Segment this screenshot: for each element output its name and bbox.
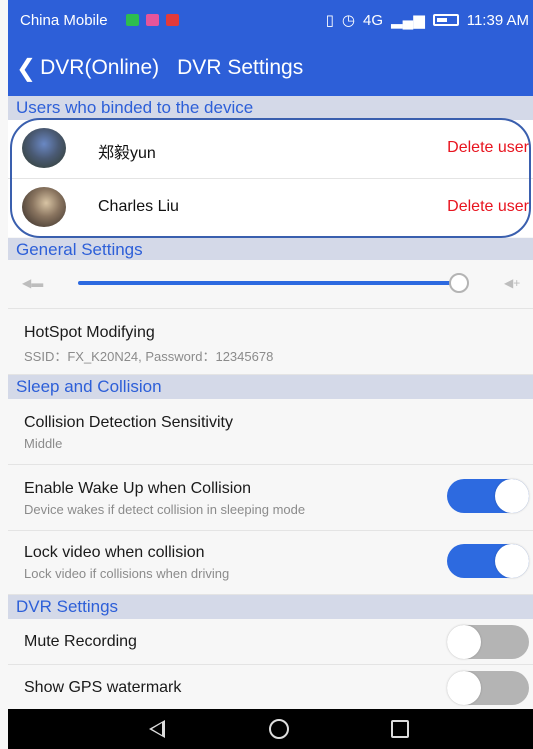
app-header: ❮ DVR(Online) DVR Settings (8, 40, 533, 96)
hotspot-detail: SSID：FX_K20N24, Password：12345678 (24, 349, 274, 364)
clock-label: 11:39 AM (466, 11, 529, 29)
signal-icon: ▂▄▆ (391, 12, 425, 29)
screen: China Mobile ▯ ◷ 4G ▂▄▆ 11:39 AM ❮ DVR(O… (0, 0, 533, 749)
gps-watermark-setting: Show GPS watermark (8, 665, 533, 709)
hotspot-setting[interactable]: HotSpot Modifying SSID：FX_K20N24, Passwo… (8, 309, 533, 375)
hotspot-label: HotSpot Modifying (24, 324, 155, 341)
delete-user-button[interactable]: Delete user (447, 198, 529, 216)
lock-video-setting: Lock video when collision Lock video if … (8, 531, 533, 595)
chevron-left-icon[interactable]: ❮ (16, 54, 36, 83)
collision-sensitivity-value: Middle (24, 436, 63, 451)
user-name: 郑毅yun (98, 145, 156, 162)
section-header-general: General Settings (8, 238, 533, 262)
volume-down-icon: ◀▬ (22, 276, 44, 290)
gps-watermark-label: Show GPS watermark (24, 679, 182, 696)
volume-slider-thumb[interactable] (449, 273, 469, 293)
device-name[interactable]: DVR(Online) (40, 56, 159, 80)
section-header-dvr: DVR Settings (8, 595, 533, 619)
wake-up-detail: Device wakes if detect collision in slee… (24, 502, 306, 517)
volume-slider-track[interactable] (78, 281, 459, 285)
lock-video-label: Lock video when collision (24, 544, 205, 561)
section-header-sleep: Sleep and Collision (8, 375, 533, 399)
page-title: DVR Settings (177, 56, 304, 79)
lock-video-toggle[interactable] (447, 544, 529, 578)
carrier-label: China Mobile (20, 12, 108, 29)
user-row: Charles Liu Delete user (8, 179, 533, 237)
user-row: 郑毅yun Delete user (8, 120, 533, 178)
notification-icon-1 (126, 14, 139, 26)
nav-home-icon[interactable] (269, 719, 289, 739)
delete-user-button[interactable]: Delete user (447, 139, 529, 157)
toggle-knob (495, 479, 529, 513)
vibrate-icon: ▯ (325, 12, 334, 29)
toggle-knob (447, 671, 481, 705)
wake-up-setting: Enable Wake Up when Collision Device wak… (8, 465, 533, 531)
volume-slider-row: ◀▬ ◀+ (8, 260, 533, 308)
wake-up-toggle[interactable] (447, 479, 529, 513)
notification-icon-3 (166, 14, 179, 26)
notification-icon-2 (146, 14, 159, 26)
volume-up-icon: ◀+ (504, 276, 521, 290)
mute-recording-setting: Mute Recording (8, 619, 533, 665)
network-type-label: 4G (363, 11, 384, 29)
gps-watermark-toggle[interactable] (447, 671, 529, 705)
section-header-users: Users who binded to the device (8, 96, 533, 120)
avatar (22, 128, 66, 168)
navigation-bar (8, 709, 533, 749)
nav-back-icon[interactable] (149, 720, 165, 738)
collision-sensitivity-setting[interactable]: Collision Detection Sensitivity Middle (8, 399, 533, 465)
alarm-icon: ◷ (341, 12, 356, 29)
avatar (22, 187, 66, 227)
battery-icon (432, 14, 459, 26)
user-name: Charles Liu (98, 198, 179, 215)
wake-up-label: Enable Wake Up when Collision (24, 480, 252, 497)
toggle-knob (447, 625, 481, 659)
status-bar: China Mobile ▯ ◷ 4G ▂▄▆ 11:39 AM (8, 0, 533, 40)
mute-recording-toggle[interactable] (447, 625, 529, 659)
toggle-knob (495, 544, 529, 578)
nav-recent-apps-icon[interactable] (391, 720, 409, 738)
mute-recording-label: Mute Recording (24, 633, 137, 650)
collision-sensitivity-label: Collision Detection Sensitivity (24, 414, 233, 431)
lock-video-detail: Lock video if collisions when driving (24, 566, 230, 581)
